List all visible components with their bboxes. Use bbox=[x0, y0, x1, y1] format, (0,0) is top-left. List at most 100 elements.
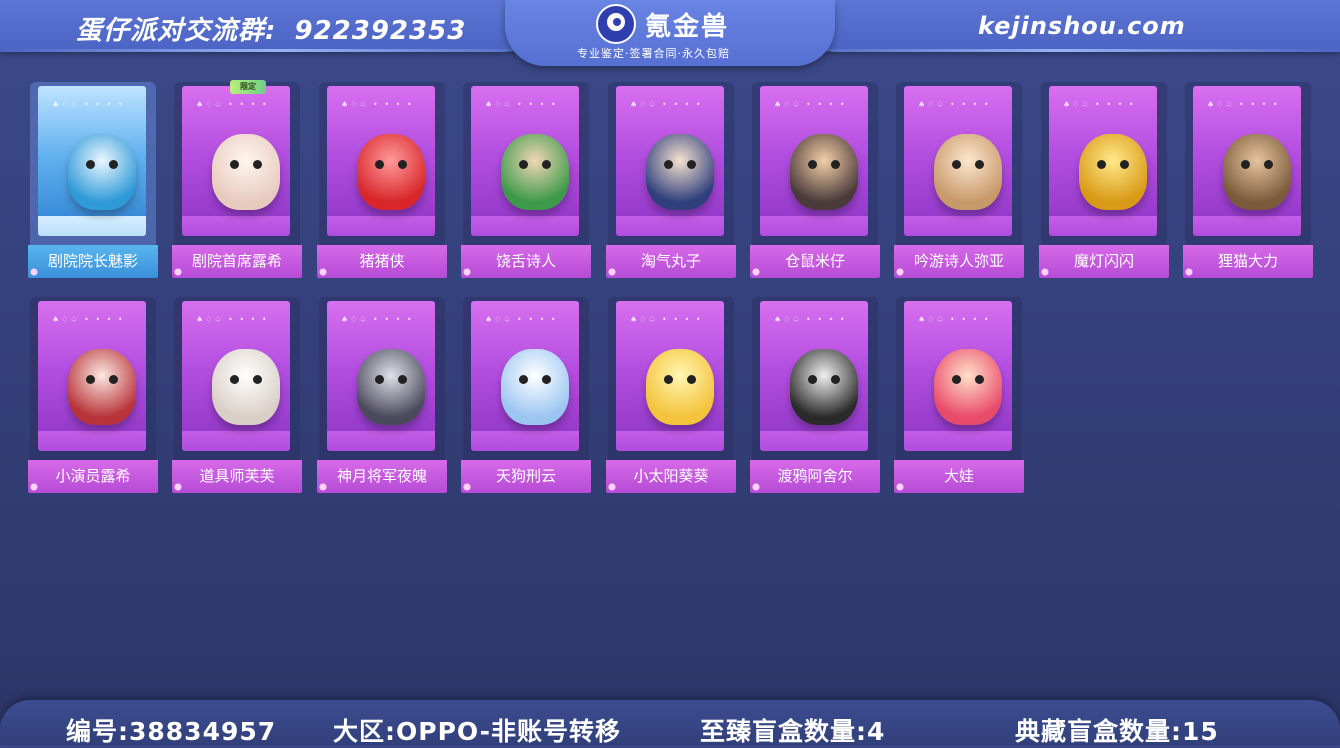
card-display-case: ♠♢♤ • • • • bbox=[327, 86, 435, 236]
moon-general-figure-icon bbox=[357, 349, 425, 425]
card-suit-icons: ♠♢♤ • • • • bbox=[630, 100, 703, 109]
card-pedestal bbox=[182, 216, 290, 236]
card-display-case: ♠♢♤ • • • • bbox=[38, 86, 146, 236]
premium-box-count: 至臻盲盒数量:4 bbox=[700, 717, 886, 746]
limited-badge: 限定 bbox=[230, 80, 266, 94]
skin-card[interactable]: ♠♢♤ • • • • 狸猫大力 bbox=[1177, 80, 1313, 284]
card-display-case: ♠♢♤ • • • • bbox=[471, 301, 579, 451]
skin-card[interactable]: ♠♢♤ • • • • 小太阳葵葵 bbox=[600, 295, 736, 499]
magic-lamp-figure-icon bbox=[1079, 134, 1147, 210]
card-suit-icons: ♠♢♤ • • • • bbox=[196, 100, 269, 109]
card-display-case: ♠♢♤ • • • • bbox=[904, 86, 1012, 236]
card-display-case: ♠♢♤ • • • • bbox=[760, 301, 868, 451]
card-pedestal bbox=[904, 216, 1012, 236]
group-number: 922392353 bbox=[294, 16, 467, 46]
skin-name: 剧院院长魅影 bbox=[22, 245, 158, 284]
skin-name: 神月将军夜魄 bbox=[311, 460, 447, 499]
skin-name: 饶舌诗人 bbox=[455, 245, 591, 284]
skin-name: 猪猪侠 bbox=[311, 245, 447, 284]
skin-name: 魔灯闪闪 bbox=[1033, 245, 1169, 284]
skin-name: 小演员露希 bbox=[22, 460, 158, 499]
skin-name: 仓鼠米仔 bbox=[744, 245, 880, 284]
skin-card[interactable]: ♠♢♤ • • • • 小演员露希 bbox=[22, 295, 158, 499]
card-suit-icons: ♠♢♤ • • • • bbox=[196, 315, 269, 324]
card-pedestal bbox=[1049, 216, 1157, 236]
card-suit-icons: ♠♢♤ • • • • bbox=[774, 315, 847, 324]
angel-sheep-figure-icon bbox=[212, 134, 280, 210]
card-pedestal bbox=[616, 216, 724, 236]
bard-deer-figure-icon bbox=[934, 134, 1002, 210]
tengu-figure-icon bbox=[501, 349, 569, 425]
group-info: 蛋仔派对交流群: 922392353 bbox=[76, 10, 466, 47]
skin-name: 狸猫大力 bbox=[1177, 245, 1313, 284]
skin-card[interactable]: ♠♢♤ • • • • 饶舌诗人 bbox=[455, 80, 591, 284]
skin-card[interactable]: ♠♢♤ • • • • 仓鼠米仔 bbox=[744, 80, 880, 284]
skin-name: 天狗刑云 bbox=[455, 460, 591, 499]
mischief-ball-figure-icon bbox=[646, 134, 714, 210]
header-bar: 蛋仔派对交流群: 922392353 氪金兽 专业鉴定·签署合同·永久包赔 ke… bbox=[0, 0, 1340, 70]
logo-name: 氪金兽 bbox=[645, 12, 730, 42]
card-suit-icons: ♠♢♤ • • • • bbox=[52, 315, 125, 324]
account-id: 编号:38834957 bbox=[66, 717, 277, 746]
card-pedestal bbox=[760, 216, 868, 236]
skin-name: 道具师芙芙 bbox=[166, 460, 302, 499]
card-pedestal bbox=[38, 216, 146, 236]
card-suit-icons: ♠♢♤ • • • • bbox=[774, 100, 847, 109]
card-suit-icons: ♠♢♤ • • • • bbox=[918, 315, 991, 324]
skin-name: 小太阳葵葵 bbox=[600, 460, 736, 499]
card-pedestal bbox=[327, 216, 435, 236]
skin-card[interactable]: ♠♢♤ • • • • 淘气丸子 bbox=[600, 80, 736, 284]
card-display-case: ♠♢♤ • • • • bbox=[616, 86, 724, 236]
region-info: 大区:OPPO-非账号转移 bbox=[333, 717, 621, 746]
card-pedestal bbox=[760, 431, 868, 451]
rapper-figure-icon bbox=[501, 134, 569, 210]
skin-card[interactable]: ♠♢♤ • • • • 魔灯闪闪 bbox=[1033, 80, 1169, 284]
skin-card[interactable]: ♠♢♤ • • • • 大娃 bbox=[888, 295, 1024, 499]
skin-card[interactable]: ♠♢♤ • • • • 猪猪侠 bbox=[311, 80, 447, 284]
card-display-case: ♠♢♤ • • • • bbox=[616, 301, 724, 451]
raven-figure-icon bbox=[790, 349, 858, 425]
card-pedestal bbox=[327, 431, 435, 451]
collection-box-count: 典藏盲盒数量:15 bbox=[1015, 717, 1219, 746]
skin-card[interactable]: ♠♢♤ • • • • 剧院首席露希 bbox=[166, 80, 302, 284]
phantom-figure-icon bbox=[68, 134, 136, 210]
skin-card[interactable]: ♠♢♤ • • • • 天狗刑云 bbox=[455, 295, 591, 499]
card-suit-icons: ♠♢♤ • • • • bbox=[52, 100, 125, 109]
card-display-case: ♠♢♤ • • • • bbox=[471, 86, 579, 236]
card-suit-icons: ♠♢♤ • • • • bbox=[485, 315, 558, 324]
card-display-case: ♠♢♤ • • • • bbox=[904, 301, 1012, 451]
skin-card[interactable]: ♠♢♤ • • • • 吟游诗人弥亚 bbox=[888, 80, 1024, 284]
card-suit-icons: ♠♢♤ • • • • bbox=[341, 315, 414, 324]
account-summary-bar: 编号:38834957 大区:OPPO-非账号转移 至臻盲盒数量:4 典藏盲盒数… bbox=[0, 700, 1340, 746]
card-suit-icons: ♠♢♤ • • • • bbox=[630, 315, 703, 324]
raccoon-figure-icon bbox=[1223, 134, 1291, 210]
skin-name: 吟游诗人弥亚 bbox=[888, 245, 1024, 284]
card-pedestal bbox=[182, 431, 290, 451]
card-suit-icons: ♠♢♤ • • • • bbox=[918, 100, 991, 109]
card-display-case: ♠♢♤ • • • • bbox=[327, 301, 435, 451]
skin-card[interactable]: ♠♢♤ • • • • 渡鸦阿舍尔 bbox=[744, 295, 880, 499]
card-pedestal bbox=[616, 431, 724, 451]
hamster-figure-icon bbox=[790, 134, 858, 210]
card-pedestal bbox=[471, 216, 579, 236]
skin-name: 剧院首席露希 bbox=[166, 245, 302, 284]
calabash-brother-figure-icon bbox=[934, 349, 1002, 425]
prop-master-figure-icon bbox=[212, 349, 280, 425]
site-url: kejinshou.com bbox=[978, 12, 1186, 40]
skin-name: 淘气丸子 bbox=[600, 245, 736, 284]
card-pedestal bbox=[904, 431, 1012, 451]
card-display-case: ♠♢♤ • • • • bbox=[182, 301, 290, 451]
kejinshou-logo-icon bbox=[596, 4, 636, 44]
card-pedestal bbox=[471, 431, 579, 451]
card-suit-icons: ♠♢♤ • • • • bbox=[1063, 100, 1136, 109]
skin-card[interactable]: ♠♢♤ • • • • 道具师芙芙 bbox=[166, 295, 302, 499]
skin-card[interactable]: ♠♢♤ • • • • 神月将军夜魄 bbox=[311, 295, 447, 499]
logo-tagline: 专业鉴定·签署合同·永久包赔 bbox=[577, 47, 730, 60]
card-suit-icons: ♠♢♤ • • • • bbox=[1207, 100, 1280, 109]
skin-card[interactable]: ♠♢♤ • • • • 剧院院长魅影 bbox=[22, 80, 158, 284]
card-display-case: ♠♢♤ • • • • bbox=[1049, 86, 1157, 236]
card-pedestal bbox=[1193, 216, 1301, 236]
little-actor-figure-icon bbox=[68, 349, 136, 425]
card-pedestal bbox=[38, 431, 146, 451]
card-suit-icons: ♠♢♤ • • • • bbox=[485, 100, 558, 109]
